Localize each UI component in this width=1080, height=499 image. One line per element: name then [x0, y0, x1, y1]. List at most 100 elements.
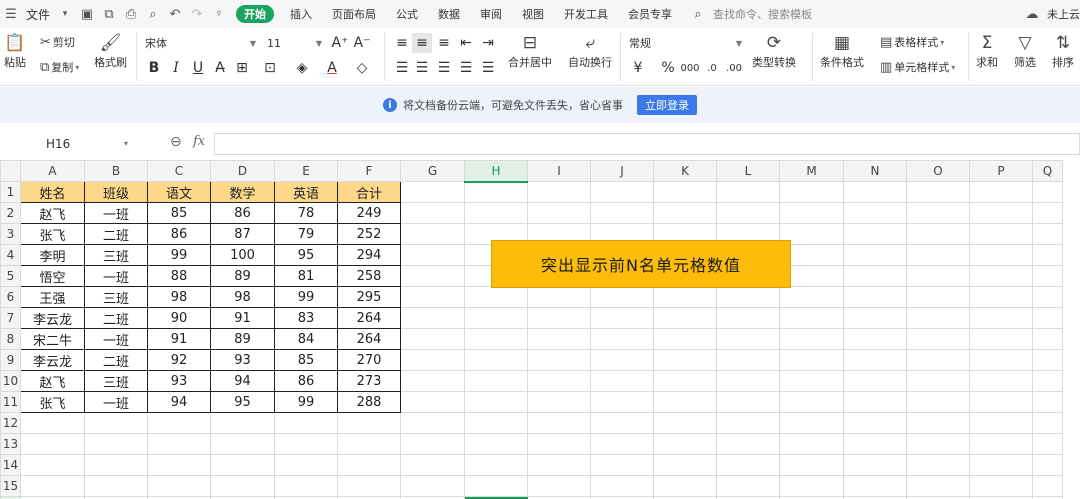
- cell-style-button[interactable]: ▥ 单元格样式 ▾: [880, 59, 955, 75]
- cell-m8[interactable]: [779, 328, 844, 350]
- cell-b13[interactable]: [84, 433, 148, 455]
- cell-p9[interactable]: [969, 349, 1033, 371]
- cell-i10[interactable]: [527, 370, 591, 392]
- clear-icon[interactable]: ◇: [352, 58, 372, 78]
- column-header-b[interactable]: B: [84, 160, 148, 182]
- column-header-q[interactable]: Q: [1032, 160, 1063, 182]
- cell-n9[interactable]: [843, 349, 907, 371]
- cell-b14[interactable]: [84, 454, 148, 476]
- column-header-k[interactable]: K: [653, 160, 717, 182]
- cell-b11[interactable]: 一班: [84, 391, 148, 413]
- login-button[interactable]: 立即登录: [637, 95, 697, 115]
- cell-n11[interactable]: [843, 391, 907, 413]
- cell-d9[interactable]: 93: [210, 349, 275, 371]
- tab-insert[interactable]: 插入: [280, 0, 322, 28]
- cell-l14[interactable]: [716, 454, 780, 476]
- cell-d5[interactable]: 89: [210, 265, 275, 287]
- cell-l6[interactable]: [716, 286, 780, 308]
- cell-l1[interactable]: [716, 181, 780, 203]
- type-convert-button[interactable]: ⟳ 类型转换: [752, 32, 796, 70]
- copy-button[interactable]: ⧉ 复制 ▾: [40, 59, 79, 75]
- conditional-format-button[interactable]: ▦ 条件格式: [820, 32, 864, 70]
- cell-f1[interactable]: 合计: [337, 181, 401, 203]
- formula-input[interactable]: [214, 133, 1080, 155]
- increase-decimal-icon[interactable]: .0: [702, 58, 722, 78]
- cell-m11[interactable]: [779, 391, 844, 413]
- increase-font-icon[interactable]: A⁺: [330, 33, 350, 53]
- cell-n1[interactable]: [843, 181, 907, 203]
- cell-o6[interactable]: [906, 286, 970, 308]
- cell-k14[interactable]: [653, 454, 717, 476]
- cell-j15[interactable]: [590, 475, 654, 497]
- cell-n4[interactable]: [843, 244, 907, 266]
- cell-k9[interactable]: [653, 349, 717, 371]
- number-format-select[interactable]: 常规 ▼: [626, 33, 746, 53]
- cell-h15[interactable]: [464, 475, 528, 497]
- cell-d4[interactable]: 100: [210, 244, 275, 266]
- cell-o9[interactable]: [906, 349, 970, 371]
- cell-q12[interactable]: [1032, 412, 1063, 434]
- column-header-e[interactable]: E: [274, 160, 338, 182]
- cell-p4[interactable]: [969, 244, 1033, 266]
- cell-i1[interactable]: [527, 181, 591, 203]
- cell-o11[interactable]: [906, 391, 970, 413]
- cell-h12[interactable]: [464, 412, 528, 434]
- cell-o2[interactable]: [906, 202, 970, 224]
- row-header-3[interactable]: 3: [0, 223, 21, 245]
- cell-n14[interactable]: [843, 454, 907, 476]
- border-icon[interactable]: ⊞: [232, 58, 252, 78]
- merge-center-button[interactable]: ⊟ 合并居中: [508, 32, 552, 70]
- cell-c12[interactable]: [147, 412, 211, 434]
- cell-m10[interactable]: [779, 370, 844, 392]
- cell-p3[interactable]: [969, 223, 1033, 245]
- cell-e11[interactable]: 99: [274, 391, 338, 413]
- fx-icon[interactable]: fx: [193, 134, 205, 149]
- redo-icon[interactable]: ↷: [189, 6, 205, 22]
- cell-a9[interactable]: 李云龙: [20, 349, 85, 371]
- cell-i2[interactable]: [527, 202, 591, 224]
- cell-i11[interactable]: [527, 391, 591, 413]
- cell-p7[interactable]: [969, 307, 1033, 329]
- cell-h9[interactable]: [464, 349, 528, 371]
- cell-q3[interactable]: [1032, 223, 1063, 245]
- cell-p10[interactable]: [969, 370, 1033, 392]
- cell-p12[interactable]: [969, 412, 1033, 434]
- cell-j6[interactable]: [590, 286, 654, 308]
- cell-b15[interactable]: [84, 475, 148, 497]
- row-header-15[interactable]: 15: [0, 475, 21, 497]
- cell-c11[interactable]: 94: [147, 391, 211, 413]
- wrap-text-button[interactable]: ⤶ 自动换行: [568, 32, 612, 70]
- cell-f11[interactable]: 288: [337, 391, 401, 413]
- cell-j8[interactable]: [590, 328, 654, 350]
- cell-k10[interactable]: [653, 370, 717, 392]
- align-right-icon[interactable]: ☰: [434, 58, 454, 78]
- cell-g14[interactable]: [400, 454, 465, 476]
- cell-p1[interactable]: [969, 181, 1033, 203]
- cell-a14[interactable]: [20, 454, 85, 476]
- underline-icon[interactable]: U: [188, 58, 208, 78]
- tab-home[interactable]: 开始: [236, 5, 275, 23]
- cell-d14[interactable]: [210, 454, 275, 476]
- cell-l12[interactable]: [716, 412, 780, 434]
- cell-f2[interactable]: 249: [337, 202, 401, 224]
- row-header-7[interactable]: 7: [0, 307, 21, 329]
- cell-f13[interactable]: [337, 433, 401, 455]
- tab-member[interactable]: 会员专享: [618, 0, 682, 28]
- undo-icon[interactable]: ↶: [167, 6, 183, 22]
- cell-l8[interactable]: [716, 328, 780, 350]
- cell-c8[interactable]: 91: [147, 328, 211, 350]
- cell-g3[interactable]: [400, 223, 465, 245]
- cell-h10[interactable]: [464, 370, 528, 392]
- cell-d11[interactable]: 95: [210, 391, 275, 413]
- cell-j1[interactable]: [590, 181, 654, 203]
- sum-button[interactable]: Σ 求和: [976, 32, 998, 70]
- cell-g1[interactable]: [400, 181, 465, 203]
- cell-n7[interactable]: [843, 307, 907, 329]
- cell-i7[interactable]: [527, 307, 591, 329]
- cell-g2[interactable]: [400, 202, 465, 224]
- cell-c15[interactable]: [147, 475, 211, 497]
- cell-i15[interactable]: [527, 475, 591, 497]
- cell-n2[interactable]: [843, 202, 907, 224]
- column-header-n[interactable]: N: [843, 160, 907, 182]
- cell-a1[interactable]: 姓名: [20, 181, 85, 203]
